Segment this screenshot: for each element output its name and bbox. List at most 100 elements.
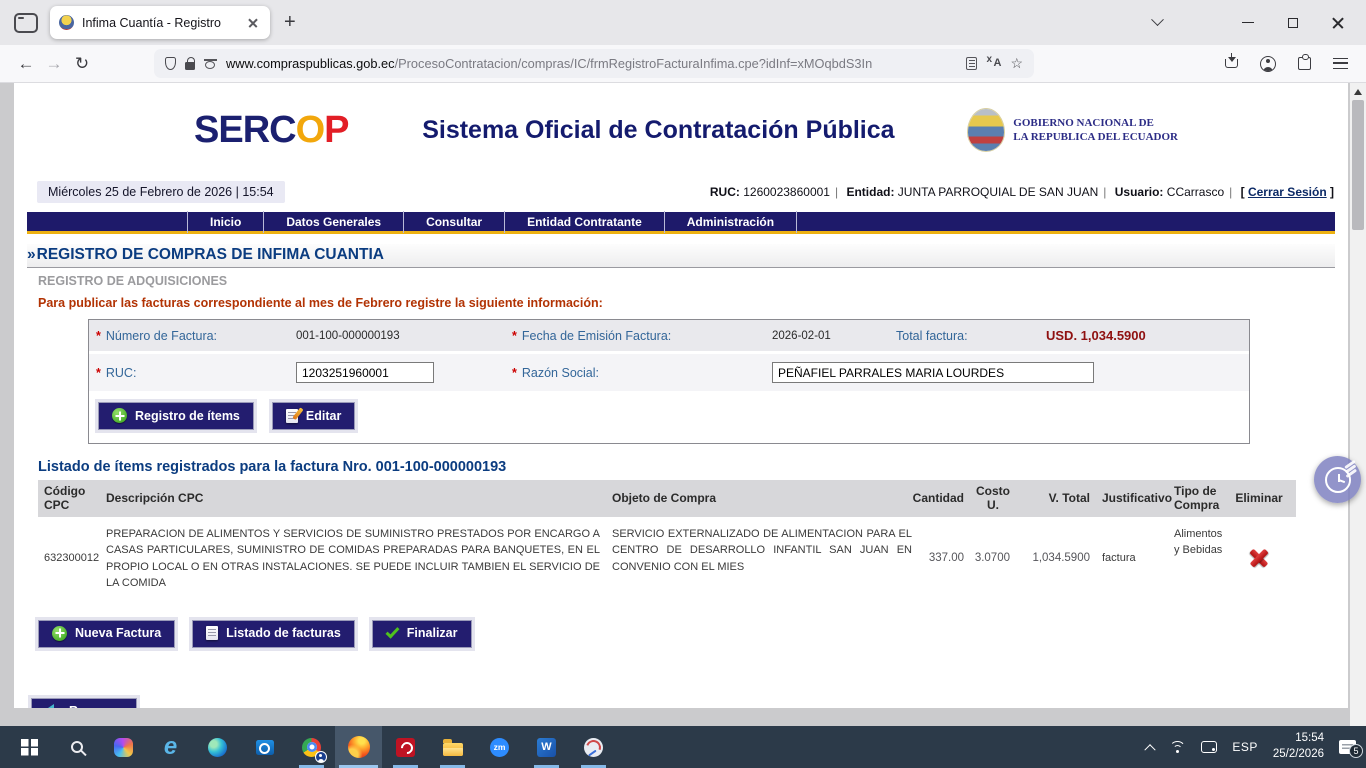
start-button[interactable]	[6, 726, 53, 768]
nav-item-inicio[interactable]: Inicio	[187, 211, 264, 233]
url-domain: www.compraspublicas.gob.ec	[226, 56, 395, 71]
plus-icon	[52, 626, 67, 641]
nav-item-consultar[interactable]: Consultar	[404, 211, 505, 233]
reader-mode-icon[interactable]	[966, 57, 977, 70]
scroll-up-arrow[interactable]	[1354, 89, 1362, 95]
restore-button[interactable]	[1270, 0, 1315, 45]
razon-social-cell	[765, 354, 1249, 391]
downloads-icon[interactable]	[1225, 59, 1238, 68]
emission-date-label: *Fecha de Emisión Factura:	[505, 320, 765, 354]
tab-title: Infima Cuantía - Registro	[82, 16, 245, 30]
ruc-input[interactable]	[296, 362, 434, 383]
government-logo: GOBIERNO NACIONAL DELA REPUBLICA DEL ECU…	[968, 109, 1178, 151]
browser-tab[interactable]: Infima Cuantía - Registro	[50, 6, 270, 39]
copilot-button[interactable]	[100, 726, 147, 768]
word-button[interactable]: W	[523, 726, 570, 768]
floating-timer-widget[interactable]	[1314, 456, 1361, 503]
close-icon	[1330, 15, 1346, 31]
form-buttons: Registro de ítems Editar	[89, 391, 1249, 443]
ruc-label: RUC:	[710, 185, 740, 199]
close-button[interactable]	[1315, 0, 1360, 45]
ruc-value: 1260023860001	[743, 185, 830, 199]
minimize-button[interactable]	[1225, 0, 1270, 45]
wing-icon	[1344, 460, 1356, 469]
separator: |	[1224, 185, 1237, 199]
tab-list-button[interactable]	[1135, 0, 1180, 45]
scrollbar[interactable]	[1350, 83, 1366, 726]
notifications-icon[interactable]: 5	[1339, 740, 1356, 754]
session-info: RUC: 1260023860001| Entidad: JUNTA PARRO…	[710, 185, 1334, 199]
invoice-number-value: 001-100-000000193	[289, 320, 505, 354]
bookmark-star-icon[interactable]	[1010, 55, 1023, 72]
header-cantidad: Cantidad	[918, 480, 970, 517]
razon-social-input[interactable]	[772, 362, 1094, 383]
cast-icon[interactable]	[1201, 741, 1217, 753]
forward-button[interactable]: →	[40, 54, 68, 74]
reload-button[interactable]: ↻	[68, 54, 96, 74]
nav-item-administracion[interactable]: Administración	[665, 211, 797, 233]
nueva-factura-button[interactable]: Nueva Factura	[38, 620, 175, 648]
outlook-button[interactable]	[241, 726, 288, 768]
firefox-view-icon[interactable]	[14, 13, 38, 33]
extensions-icon[interactable]	[1298, 57, 1311, 70]
wifi-icon[interactable]	[1169, 741, 1186, 754]
logo-serc: SERC	[194, 109, 296, 151]
logo-p: P	[324, 109, 348, 151]
nav-item-datos-generales[interactable]: Datos Generales	[264, 211, 404, 233]
logout-link[interactable]: Cerrar Sesión	[1248, 185, 1327, 199]
edge-icon	[208, 738, 227, 757]
url-path: /ProcesoContratacion/compras/IC/frmRegis…	[395, 56, 873, 71]
file-explorer-button[interactable]	[429, 726, 476, 768]
language-indicator[interactable]: ESP	[1232, 740, 1258, 754]
header-costo-u: Costo U.	[970, 480, 1016, 517]
menu-icon[interactable]	[1333, 58, 1348, 69]
datetime-box: Miércoles 25 de Febrero de 2026 | 15:54	[37, 181, 285, 203]
tracking-shield-icon[interactable]	[165, 57, 176, 70]
account-icon[interactable]	[1260, 56, 1276, 72]
clock-icon	[1325, 467, 1351, 493]
header-v-total: V. Total	[1016, 480, 1096, 517]
zoom-button[interactable]: zm	[476, 726, 523, 768]
internet-explorer-button[interactable]: e	[147, 726, 194, 768]
acrobat-icon	[396, 738, 415, 757]
firefox-button[interactable]	[335, 726, 382, 768]
lock-icon[interactable]	[185, 62, 195, 70]
regresar-button[interactable]: Regresar	[31, 698, 137, 708]
registro-items-button[interactable]: Registro de ítems	[98, 402, 254, 430]
cell-descripcion: PREPARACION DE ALIMENTOS Y SERVICIOS DE …	[100, 517, 606, 600]
windows-logo-icon	[21, 739, 38, 756]
search-button[interactable]	[53, 726, 100, 768]
url-bar[interactable]: www.compraspublicas.gob.ec/ProcesoContra…	[154, 49, 1034, 78]
scrollbar-thumb[interactable]	[1352, 100, 1364, 230]
taskbar-icons: e zm W	[6, 726, 617, 768]
tray-chevron-up-icon[interactable]	[1145, 744, 1156, 755]
acrobat-button[interactable]	[382, 726, 429, 768]
document-icon	[206, 626, 218, 640]
browser-toolbar: ← → ↻ www.compraspublicas.gob.ec/Proceso…	[0, 45, 1366, 83]
edge-button[interactable]	[194, 726, 241, 768]
site-permissions-icon[interactable]	[204, 58, 217, 69]
emission-date-value: 2026-02-01	[765, 320, 889, 354]
logout-bracket-close: ]	[1330, 185, 1334, 199]
finalizar-button[interactable]: Finalizar	[372, 620, 472, 648]
tab-close-icon[interactable]	[245, 15, 261, 31]
notification-badge: 5	[1349, 744, 1363, 758]
search-icon	[71, 741, 83, 753]
translate-icon[interactable]	[986, 57, 1001, 70]
header-tipo-compra: Tipo de Compra	[1168, 480, 1234, 517]
url-text[interactable]: www.compraspublicas.gob.ec/ProcesoContra…	[226, 56, 957, 71]
delete-x-icon[interactable]	[1249, 548, 1269, 568]
toolbar-right-icons	[1225, 56, 1354, 72]
page-viewport: SERCOP Sistema Oficial de Contratación P…	[0, 83, 1366, 726]
firefox-icon	[348, 736, 370, 758]
total-value: USD. 1,034.5900	[1039, 320, 1249, 354]
tray-clock[interactable]: 15:5425/2/2026	[1273, 731, 1324, 762]
new-tab-button[interactable]: +	[284, 11, 296, 34]
snipping-tool-button[interactable]	[570, 726, 617, 768]
back-button[interactable]: ←	[12, 54, 40, 74]
chrome-button[interactable]	[288, 726, 335, 768]
nav-item-entidad-contratante[interactable]: Entidad Contratante	[505, 211, 665, 233]
zoom-app-icon: zm	[490, 738, 509, 757]
editar-button[interactable]: Editar	[272, 402, 355, 430]
listado-facturas-button[interactable]: Listado de facturas	[192, 620, 355, 648]
